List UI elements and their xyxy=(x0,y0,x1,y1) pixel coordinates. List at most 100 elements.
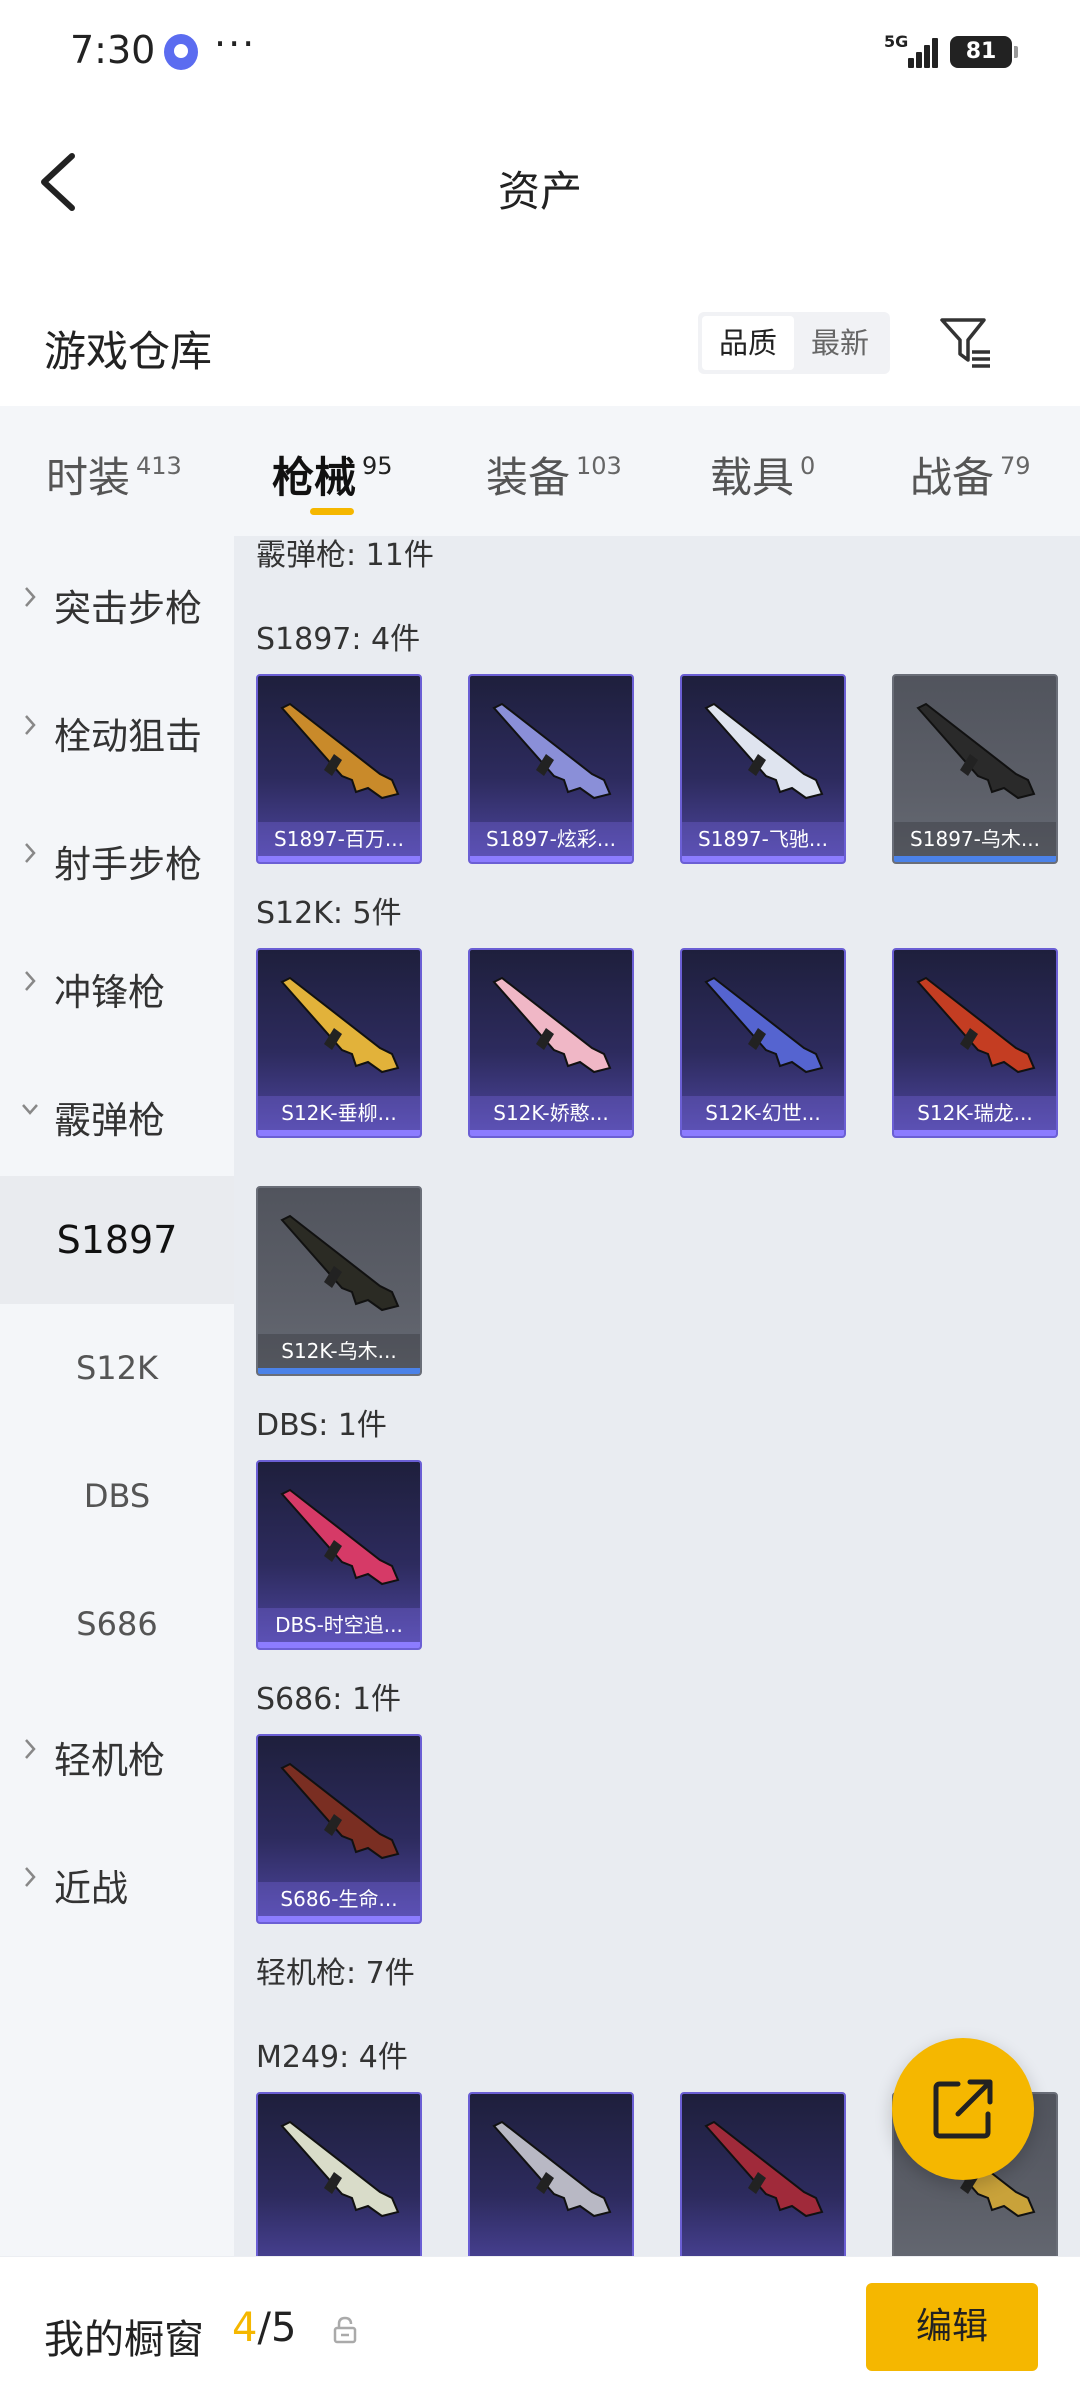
tab-firearms[interactable]: 枪械 95 xyxy=(272,444,393,505)
weapon-card[interactable]: S1897-飞驰... xyxy=(680,674,846,864)
section-label-s12k: S12K: 5件 xyxy=(256,896,402,931)
section-label-s686: S686: 1件 xyxy=(256,1682,402,1717)
section-label-shotgun: 霰弹枪: 11件 xyxy=(256,538,434,573)
machine-gun-icon xyxy=(280,2120,400,2218)
shotgun-icon xyxy=(280,1762,400,1860)
sidebar-sub-s12k[interactable]: S12K xyxy=(0,1304,234,1432)
tab-count: 413 xyxy=(136,452,182,480)
shotgun-icon xyxy=(492,702,612,800)
lock-icon xyxy=(333,2316,357,2344)
sort-toggle: 品质 最新 xyxy=(698,312,890,374)
weapon-card[interactable]: S686-生命... xyxy=(256,1734,422,1924)
weapon-card[interactable] xyxy=(680,2092,846,2256)
rarity-stripe xyxy=(258,1642,420,1648)
weapon-card[interactable]: S12K-乌木... xyxy=(256,1186,422,1376)
rarity-stripe xyxy=(682,1130,844,1136)
section-label-s1897: S1897: 4件 xyxy=(256,622,421,657)
weapon-card-name: S12K-幻世... xyxy=(682,1096,844,1130)
weapon-card[interactable]: S12K-幻世... xyxy=(680,948,846,1138)
weapon-card[interactable]: S12K-娇憨... xyxy=(468,948,634,1138)
tab-count: 79 xyxy=(1000,452,1031,480)
sidebar-item-lmg[interactable]: 轻机枪 xyxy=(0,1688,234,1816)
sidebar-item-label: 近战 xyxy=(54,1867,128,1910)
showcase-current: 4 xyxy=(232,2305,258,2351)
status-time: 7:30 xyxy=(70,28,156,72)
signal-icon xyxy=(908,36,940,68)
bullpup-icon xyxy=(280,1488,400,1586)
chevron-down-icon xyxy=(22,1104,38,1115)
chevron-right-icon xyxy=(25,971,36,991)
tab-label: 战备 xyxy=(910,453,995,502)
section-label-m249: M249: 4件 xyxy=(256,2040,408,2075)
tab-count: 95 xyxy=(362,452,393,480)
sidebar-sub-dbs[interactable]: DBS xyxy=(0,1432,234,1560)
weapon-card[interactable] xyxy=(256,2092,422,2256)
weapon-type-sidebar: 突击步枪 栓动狙击 射手步枪 冲锋枪 霰弹枪 S1897 S12K DBS S6… xyxy=(0,536,234,2256)
sidebar-item-bolt-sniper[interactable]: 栓动狙击 xyxy=(0,664,234,792)
shotgun-icon xyxy=(704,702,824,800)
rifle-icon xyxy=(280,1214,400,1312)
rifle-icon xyxy=(492,976,612,1074)
edit-button[interactable]: 编辑 xyxy=(866,2283,1038,2371)
weapon-card-name: S1897-炫彩... xyxy=(470,822,632,856)
chevron-right-icon xyxy=(25,1867,36,1887)
weapon-card[interactable]: S12K-垂柳... xyxy=(256,948,422,1138)
sidebar-item-label: 轻机枪 xyxy=(54,1739,165,1782)
page-title: 资产 xyxy=(497,167,582,216)
sidebar-item-label: 突击步枪 xyxy=(54,587,202,630)
warehouse-title: 游戏仓库 xyxy=(44,327,213,376)
tab-equipment[interactable]: 装备 103 xyxy=(486,444,622,505)
weapon-card-name: S1897-百万... xyxy=(258,822,420,856)
rarity-stripe xyxy=(894,856,1056,862)
chevron-right-icon xyxy=(25,715,36,735)
weapon-card[interactable]: S12K-瑞龙... xyxy=(892,948,1058,1138)
weapon-card[interactable]: S1897-百万... xyxy=(256,674,422,864)
sidebar-item-smg[interactable]: 冲锋枪 xyxy=(0,920,234,1048)
sidebar-sub-s686[interactable]: S686 xyxy=(0,1560,234,1688)
sidebar-item-marksman-rifle[interactable]: 射手步枪 xyxy=(0,792,234,920)
rifle-icon xyxy=(280,976,400,1074)
battery-indicator: 81 xyxy=(950,36,1018,68)
sidebar-item-label: 射手步枪 xyxy=(54,843,202,886)
section-label-lmg: 轻机枪: 7件 xyxy=(256,1956,415,1991)
sidebar-item-melee[interactable]: 近战 xyxy=(0,1816,234,1944)
sidebar-item-label: 栓动狙击 xyxy=(54,715,202,758)
tab-fashion[interactable]: 时装 413 xyxy=(46,444,182,505)
rarity-stripe xyxy=(894,1130,1056,1136)
machine-gun-icon xyxy=(492,2120,612,2218)
weapon-card[interactable]: S1897-炫彩... xyxy=(468,674,634,864)
weapon-card-name: S12K-娇憨... xyxy=(470,1096,632,1130)
rifle-icon xyxy=(916,976,1036,1074)
tab-label: 载具 xyxy=(710,453,795,502)
sidebar-item-assault-rifle[interactable]: 突击步枪 xyxy=(0,536,234,664)
weapon-card[interactable]: DBS-时空追... xyxy=(256,1460,422,1650)
category-tabs: 时装 413 枪械 95 装备 103 载具 0 战备 79 xyxy=(0,406,1080,536)
rarity-stripe xyxy=(470,1130,632,1136)
warehouse-header: 游戏仓库 品质 最新 xyxy=(0,268,1080,406)
sidebar-sub-s1897[interactable]: S1897 xyxy=(0,1176,234,1304)
filter-icon[interactable] xyxy=(938,314,994,370)
tab-vehicles[interactable]: 载具 0 xyxy=(710,444,815,505)
shotgun-icon xyxy=(280,702,400,800)
weapon-card[interactable] xyxy=(468,2092,634,2256)
weapon-card-name: S12K-乌木... xyxy=(258,1334,420,1368)
tab-count: 103 xyxy=(576,452,622,480)
rarity-stripe xyxy=(258,1368,420,1374)
weapon-card[interactable]: S1897-乌木... xyxy=(892,674,1058,864)
share-icon xyxy=(933,2079,993,2139)
tab-label: 枪械 xyxy=(272,453,357,502)
weapon-card-name: S1897-飞驰... xyxy=(682,822,844,856)
sidebar-item-shotgun[interactable]: 霰弹枪 xyxy=(0,1048,234,1176)
section-label-dbs: DBS: 1件 xyxy=(256,1408,387,1443)
tab-tactical[interactable]: 战备 79 xyxy=(910,444,1031,505)
nav-bar: 资产 xyxy=(0,100,1080,268)
sort-newest-option[interactable]: 最新 xyxy=(794,316,886,370)
weapon-card-name: DBS-时空追... xyxy=(258,1608,420,1642)
rarity-stripe xyxy=(682,856,844,862)
sort-quality-option[interactable]: 品质 xyxy=(702,316,794,370)
rarity-stripe xyxy=(258,1130,420,1136)
share-button[interactable] xyxy=(892,2038,1034,2180)
chevron-right-icon xyxy=(25,1739,36,1759)
active-tab-indicator xyxy=(310,508,354,515)
more-notifications-icon: ··· xyxy=(214,22,257,66)
